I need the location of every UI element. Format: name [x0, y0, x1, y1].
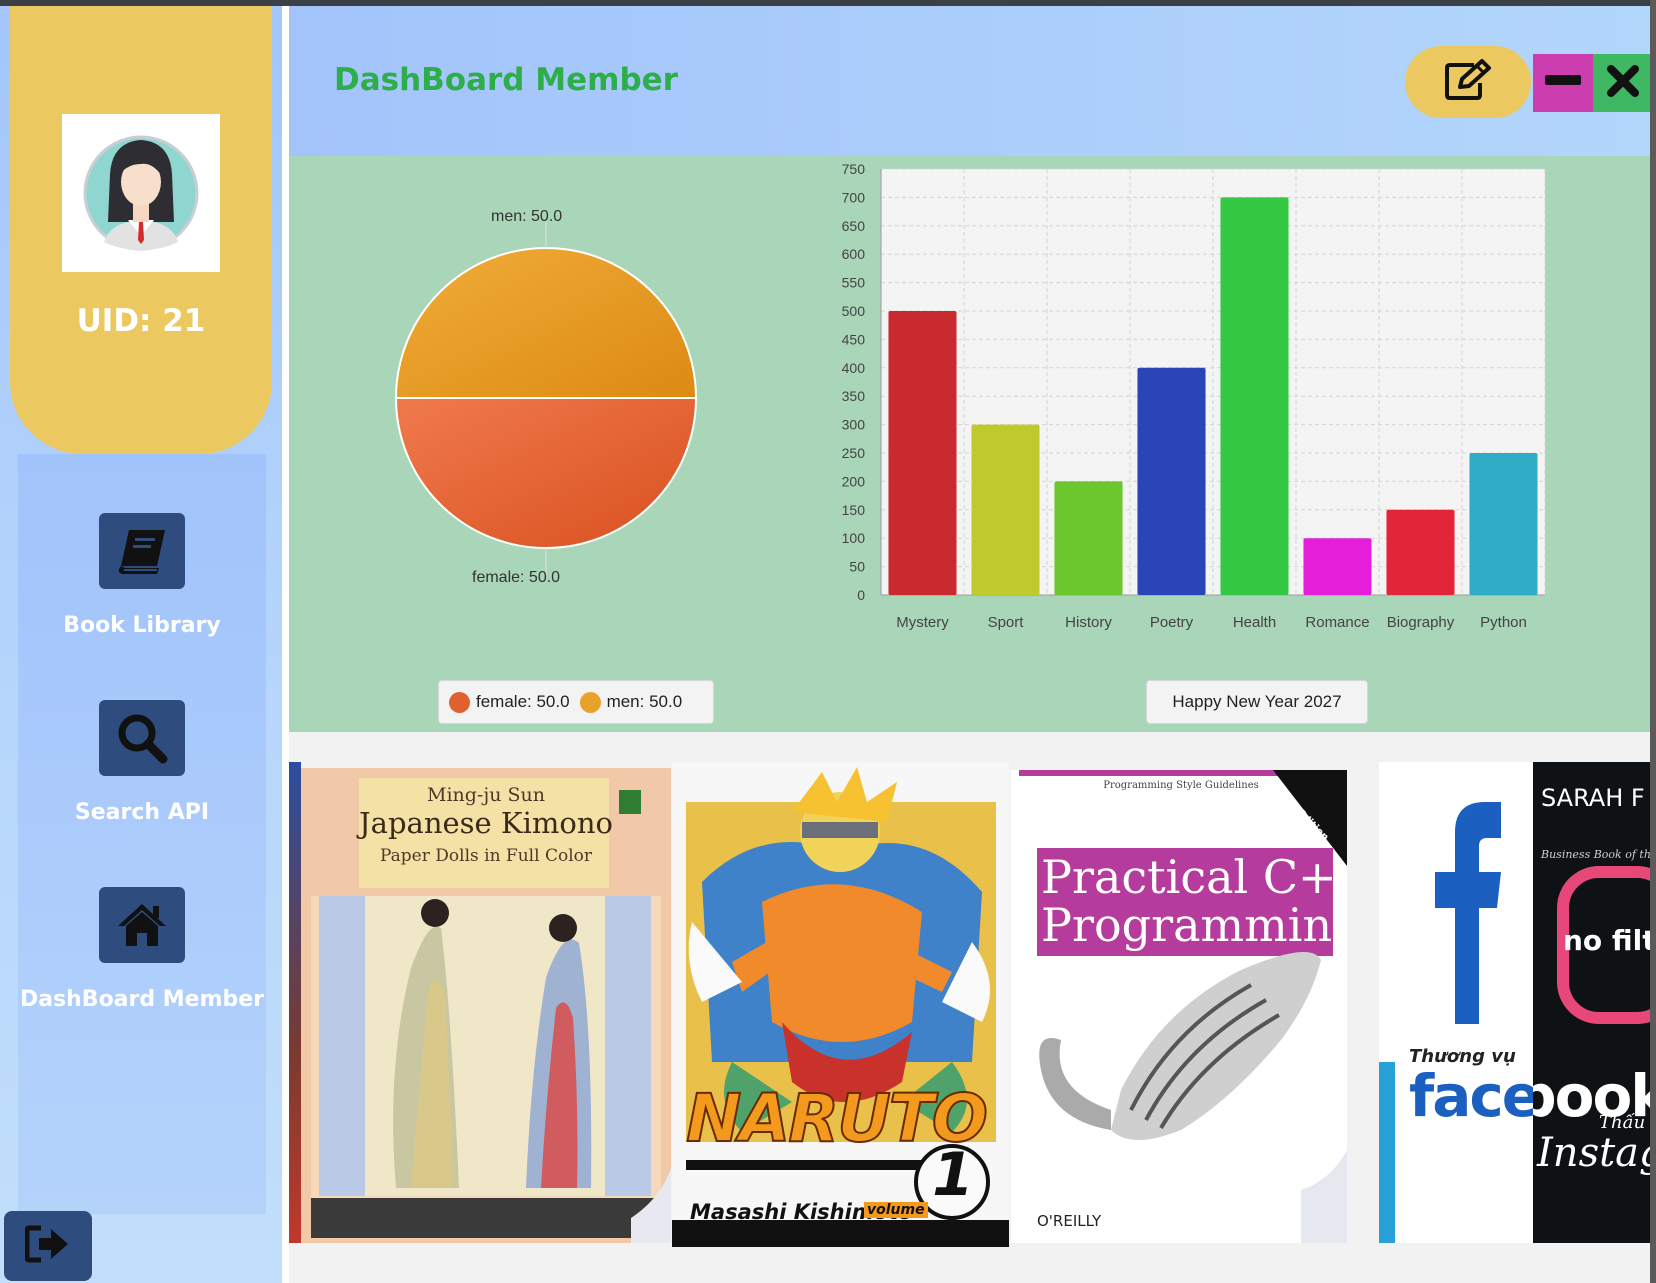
bar-sport: [971, 424, 1040, 595]
nav-item-label: Search API: [74, 800, 210, 825]
x-tick-label: Romance: [1305, 614, 1369, 631]
x-tick-label: History: [1065, 614, 1112, 631]
y-tick-label: 500: [842, 303, 866, 319]
legend-swatch: [579, 691, 601, 713]
chart-area: men: 50.0 female: 50.0 female: 50.0 men:…: [289, 156, 1656, 732]
book-title-line2: Instag: [1537, 1130, 1650, 1176]
book-author: Ming-ju Sun: [426, 784, 545, 806]
minimize-button[interactable]: [1533, 54, 1593, 112]
legend-entry-men: men: 50.0: [579, 691, 683, 713]
legend-swatch: [449, 691, 470, 713]
book-publisher: O'REILLY: [1037, 1212, 1102, 1230]
sidebar-divider: [282, 6, 289, 1283]
avatar: [62, 114, 220, 272]
close-button[interactable]: [1593, 54, 1653, 112]
book-icon: [99, 513, 185, 589]
legend-label: female: 50.0: [476, 692, 570, 711]
profile-card: UID: 21: [10, 6, 272, 454]
x-tick-label: Sport: [988, 614, 1025, 631]
book-title: Practical C++: [1041, 850, 1347, 904]
book-title: Japanese Kimono: [359, 806, 613, 840]
edit-profile-button[interactable]: [1405, 46, 1531, 118]
y-tick-label: 100: [842, 530, 866, 546]
search-icon: [99, 700, 185, 776]
bar-health: [1220, 197, 1289, 595]
y-tick-label: 50: [849, 559, 865, 575]
book-cover-practical-cpp[interactable]: Programming Style Guidelines 2nd Edition…: [1011, 770, 1347, 1243]
user-id-label: UID: 21: [76, 303, 206, 339]
home-icon: [99, 887, 185, 963]
y-tick-label: 450: [842, 331, 866, 347]
legend-label: men: 50.0: [606, 692, 683, 711]
window-right-edge: [1650, 0, 1656, 1283]
x-tick-label: Biography: [1387, 614, 1455, 631]
y-tick-label: 550: [842, 275, 866, 291]
pie-legend: female: 50.0 men: 50.0: [438, 680, 714, 724]
book-volume: 1: [932, 1140, 974, 1210]
x-tick-label: Python: [1480, 614, 1527, 631]
nav-panel: Book Library Search API DashBoard Member: [18, 454, 266, 1214]
book-title: facebook: [1409, 1062, 1533, 1130]
book-cover-partial[interactable]: [289, 762, 301, 1243]
logout-button[interactable]: [4, 1211, 92, 1281]
book-cover-naruto[interactable]: NARUTO 1 Masashi Kishimoto volume: [672, 762, 1009, 1247]
y-tick-label: 250: [842, 445, 866, 461]
y-tick-label: 750: [842, 161, 866, 177]
book-tagline: Business Book of the: [1541, 848, 1650, 861]
bar-biography: [1386, 509, 1455, 595]
logout-icon: [24, 1224, 71, 1269]
header: DashBoard Member: [289, 6, 1656, 156]
close-icon: [1606, 64, 1640, 103]
edit-icon: [1444, 58, 1492, 106]
y-tick-label: 350: [842, 388, 866, 404]
bar-legend: Happy New Year 2027: [1146, 680, 1368, 724]
book-series: Programming Style Guidelines: [1103, 780, 1259, 791]
book-subtitle: Paper Dolls in Full Color: [379, 846, 592, 866]
bar-chart: 0 50 100 150 200 250 300 350 400 450 500 550 600 650 7…: [842, 161, 1546, 631]
x-tick-label: Poetry: [1150, 614, 1194, 631]
book-title: no filt: [1563, 924, 1650, 957]
book-volume-badge: volume: [864, 1202, 928, 1218]
y-tick-label: 0: [857, 587, 865, 603]
bar-history: [1054, 481, 1123, 595]
page-title: DashBoard Member: [334, 62, 678, 98]
y-tick-label: 400: [842, 360, 866, 376]
x-tick-label: Health: [1233, 614, 1276, 631]
book-title-line2: Programming: [1041, 898, 1347, 952]
legend-entry-female: female: 50.0: [449, 691, 570, 713]
bar-mystery: [888, 311, 957, 595]
sidebar: UID: 21 Book Library Search API DashBoar…: [0, 6, 282, 1283]
nav-item-label: Book Library: [63, 613, 221, 638]
y-tick-label: 200: [842, 473, 866, 489]
bar-python: [1469, 453, 1538, 595]
x-tick-label: Mystery: [896, 614, 949, 631]
y-tick-label: 700: [842, 189, 866, 205]
minimize-icon: [1545, 74, 1581, 92]
bar-romance: [1303, 538, 1372, 595]
nav-item-label: DashBoard Member: [19, 987, 265, 1012]
y-tick-label: 300: [842, 417, 866, 433]
bar-poetry: [1137, 367, 1206, 595]
book-carousel: Ming-ju Sun Japanese Kimono Paper Dolls …: [289, 732, 1656, 1283]
y-tick-label: 600: [842, 246, 866, 262]
book-author: SARAH F: [1541, 784, 1645, 812]
book-cover-japanese-kimono[interactable]: Ming-ju Sun Japanese Kimono Paper Dolls …: [301, 768, 671, 1243]
book-cover-facebook[interactable]: Thương vụ facebook: [1379, 762, 1533, 1243]
book-cover-no-filter[interactable]: SARAH F Business Book of the no filt fac…: [1533, 762, 1650, 1243]
y-tick-label: 650: [842, 218, 866, 234]
y-tick-label: 150: [842, 502, 866, 518]
